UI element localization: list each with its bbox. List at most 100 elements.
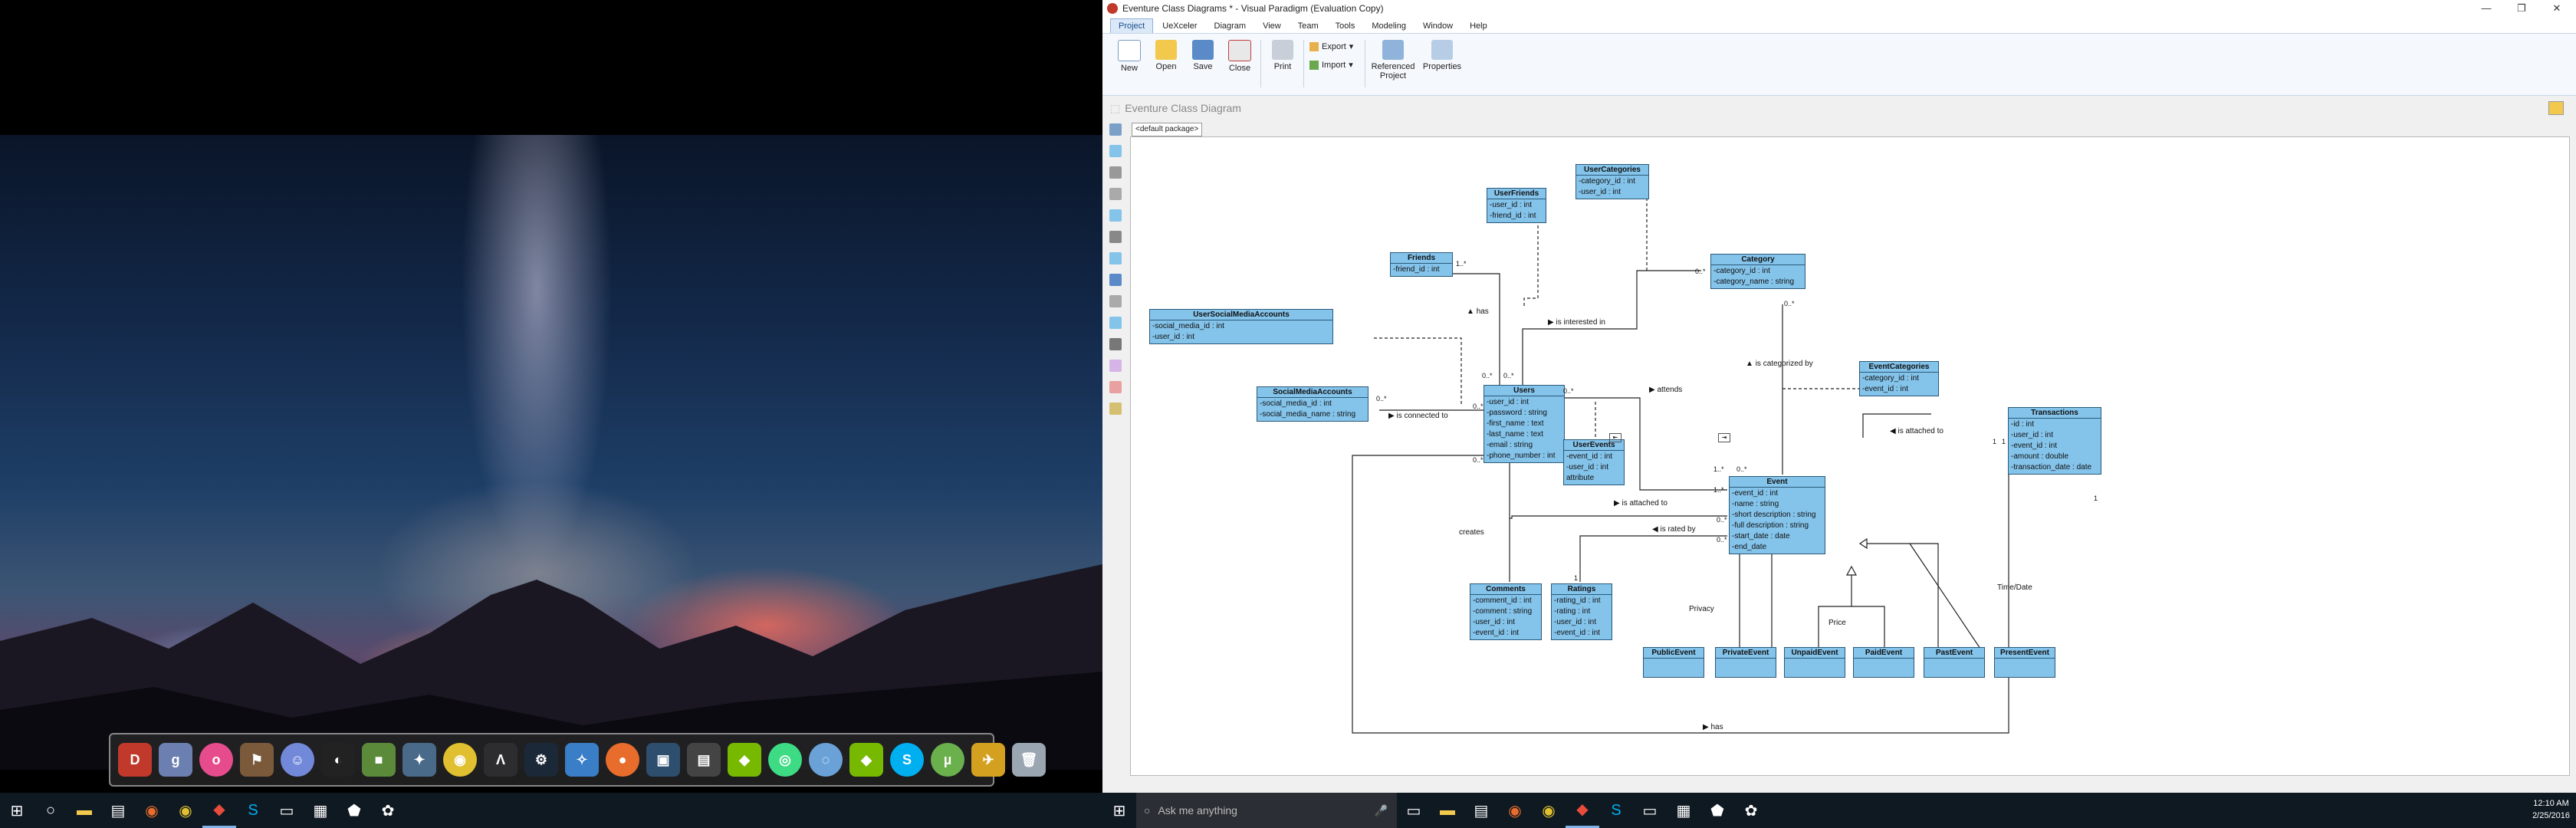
monitor-task-icon[interactable]: ▭ <box>1633 793 1667 828</box>
tab-uexceler[interactable]: UeXceler <box>1155 19 1204 33</box>
package-tab[interactable]: <default package> <box>1132 123 1203 136</box>
app-task-icon[interactable]: ⬟ <box>337 793 371 828</box>
chrome-task-icon[interactable]: ◉ <box>169 793 202 828</box>
class-eventcategories[interactable]: EventCategories -category_id : int -event… <box>1859 361 1939 396</box>
pen-tool-icon[interactable] <box>1109 381 1122 393</box>
tab-project[interactable]: Project <box>1110 18 1154 33</box>
file-explorer-icon[interactable]: ▬ <box>1431 793 1464 828</box>
class-event[interactable]: Event -event_id : int -name : string -sh… <box>1729 476 1825 554</box>
utorrent-icon[interactable]: µ <box>931 743 964 777</box>
class-usersocialmediaaccounts[interactable]: UserSocialMediaAccounts -social_media_id… <box>1149 309 1333 344</box>
tab-view[interactable]: View <box>1255 19 1289 33</box>
import-button[interactable]: Import ▾ <box>1309 60 1353 70</box>
origin-icon[interactable]: ● <box>606 743 639 777</box>
collapse-handle-icon[interactable]: ⇥ <box>1718 433 1730 442</box>
class-paidevent[interactable]: PaidEvent <box>1853 647 1914 678</box>
file-explorer-icon[interactable]: ▬ <box>67 793 101 828</box>
tab-tools[interactable]: Tools <box>1328 19 1363 33</box>
arduino-icon[interactable]: Λ <box>484 743 518 777</box>
save-button[interactable]: Save <box>1185 40 1221 90</box>
origin-task-icon[interactable]: ◉ <box>135 793 169 828</box>
class-friends[interactable]: Friends -friend_id : int <box>1390 252 1453 277</box>
counter-strike-icon[interactable]: ⚑ <box>240 743 274 777</box>
class-publicevent[interactable]: PublicEvent <box>1643 647 1704 678</box>
class-unpaidevent[interactable]: UnpaidEvent <box>1784 647 1845 678</box>
realization-tool-icon[interactable] <box>1109 295 1122 307</box>
system-clock[interactable]: 12:10 AM 2/25/2016 <box>2532 797 2570 822</box>
tab-team[interactable]: Team <box>1290 19 1326 33</box>
steam-icon[interactable]: ⚙ <box>524 743 558 777</box>
referenced-project-button[interactable]: Referenced Project <box>1369 40 1417 90</box>
task-view-icon[interactable]: ▭ <box>1397 793 1431 828</box>
open-button[interactable]: Open <box>1148 40 1184 90</box>
visual-paradigm-task-icon[interactable]: ◆ <box>1566 793 1599 828</box>
dependency-tool-icon[interactable] <box>1109 231 1122 243</box>
visual-paradigm-task-icon[interactable]: ◆ <box>202 793 236 828</box>
class-privateevent[interactable]: PrivateEvent <box>1715 647 1776 678</box>
class-pastevent[interactable]: PastEvent <box>1924 647 1985 678</box>
skype-task-icon[interactable]: S <box>236 793 270 828</box>
app-task-icon[interactable]: ⬟ <box>1700 793 1734 828</box>
class-users[interactable]: Users -user_id : int -password : string … <box>1484 385 1565 463</box>
chrome-task-icon[interactable]: ◉ <box>1532 793 1566 828</box>
package-tool-icon[interactable] <box>1109 252 1122 264</box>
tab-diagram[interactable]: Diagram <box>1207 19 1254 33</box>
tools-task-icon[interactable]: ✿ <box>371 793 405 828</box>
minimize-icon[interactable]: — <box>2469 0 2504 17</box>
collapse-handle-icon[interactable]: ⇤ <box>1609 433 1622 442</box>
diagram-canvas[interactable]: UserFriends -user_id : int -friend_id : i… <box>1130 136 2570 776</box>
skype-icon[interactable]: S <box>890 743 924 777</box>
discord-icon[interactable]: ☺ <box>281 743 314 777</box>
windows-start-icon[interactable]: ⊞ <box>1102 793 1136 828</box>
export-button[interactable]: Export ▾ <box>1309 41 1353 51</box>
diagram-name[interactable]: Eventure Class Diagram <box>1125 102 1241 114</box>
display-icon[interactable]: ▣ <box>646 743 680 777</box>
trash-icon[interactable]: 🗑 <box>1012 743 1046 777</box>
blender-icon[interactable]: ✧ <box>565 743 599 777</box>
tools-icon[interactable]: ✈ <box>971 743 1005 777</box>
calculator-task-icon[interactable]: ▦ <box>304 793 337 828</box>
search-circle-icon[interactable]: ○ <box>34 793 67 828</box>
store-icon[interactable]: ▤ <box>1464 793 1498 828</box>
class-userfriends[interactable]: UserFriends -user_id : int -friend_id : i… <box>1487 188 1546 223</box>
geforce-icon[interactable]: ◆ <box>849 743 883 777</box>
nvidia-icon[interactable]: ◆ <box>728 743 761 777</box>
tab-help[interactable]: Help <box>1462 19 1495 33</box>
dota-icon[interactable]: D <box>118 743 152 777</box>
calculator-task-icon[interactable]: ▦ <box>1667 793 1700 828</box>
skype-task-icon[interactable]: S <box>1599 793 1633 828</box>
files-icon[interactable]: ▤ <box>687 743 721 777</box>
search-input[interactable]: ○ Ask me anything 🎤 <box>1136 793 1397 828</box>
print-button[interactable]: Print <box>1265 40 1300 90</box>
diagram-navigator-icon[interactable] <box>2548 101 2564 115</box>
tab-window[interactable]: Window <box>1415 19 1460 33</box>
maximize-icon[interactable]: ❐ <box>2504 0 2539 17</box>
tab-modeling[interactable]: Modeling <box>1364 19 1414 33</box>
close-button[interactable]: Close <box>1222 40 1257 90</box>
class-ratings[interactable]: Ratings -rating_id : int -rating : int -… <box>1551 583 1612 640</box>
osu-icon[interactable]: o <box>199 743 233 777</box>
interface-tool-icon[interactable] <box>1109 209 1122 222</box>
windows-start-icon[interactable]: ⊞ <box>0 793 34 828</box>
class-presentevent[interactable]: PresentEvent <box>1994 647 2055 678</box>
android-studio-icon[interactable]: ◎ <box>768 743 802 777</box>
class-transactions[interactable]: Transactions -id : int -user_id : int -e… <box>2008 407 2101 475</box>
pointer-tool-icon[interactable] <box>1109 123 1122 136</box>
monitor-task-icon[interactable]: ▭ <box>270 793 304 828</box>
vm-icon[interactable]: ◌ <box>809 743 843 777</box>
g-app-icon[interactable]: g <box>159 743 192 777</box>
close-icon[interactable]: ✕ <box>2539 0 2574 17</box>
new-button[interactable]: New <box>1112 40 1147 90</box>
minecraft-icon[interactable]: ■ <box>362 743 396 777</box>
generalization-tool-icon[interactable] <box>1109 188 1122 200</box>
microphone-icon[interactable]: 🎤 <box>1375 804 1388 817</box>
class-tool-icon[interactable] <box>1109 145 1122 157</box>
anchor-tool-icon[interactable] <box>1109 338 1122 350</box>
class-userevents[interactable]: UserEvents -event_id : int -user_id : in… <box>1563 439 1625 485</box>
origin-task-icon[interactable]: ◉ <box>1498 793 1532 828</box>
class-category[interactable]: Category -category_id : int -category_nam… <box>1710 254 1806 289</box>
class-socialmediaaccounts[interactable]: SocialMediaAccounts -social_media_id : i… <box>1257 386 1368 422</box>
chrome-icon[interactable]: ◉ <box>443 743 477 777</box>
properties-button[interactable]: Properties <box>1420 40 1464 90</box>
class-usercategories[interactable]: UserCategories -category_id : int -user_i… <box>1576 164 1649 199</box>
